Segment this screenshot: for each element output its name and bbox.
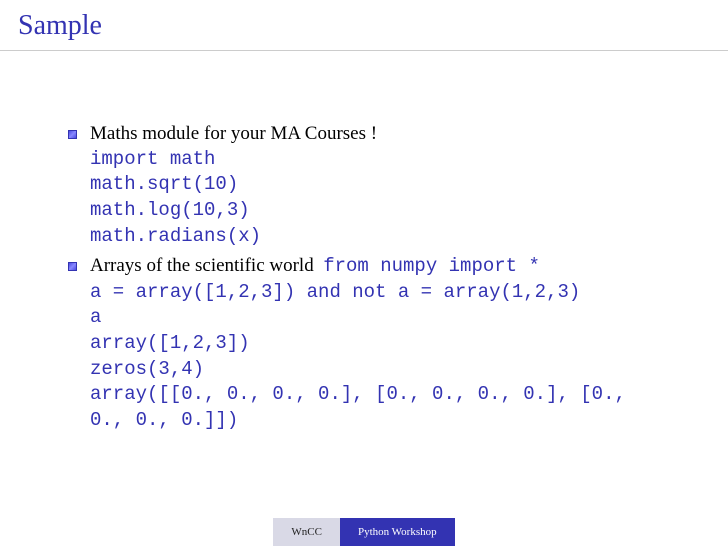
code-block: a = array([1,2,3]) and not a = array(1,2… bbox=[90, 280, 668, 434]
slide-content: Maths module for your MA Courses ! impor… bbox=[0, 51, 728, 518]
bullet-item: Maths module for your MA Courses ! impor… bbox=[90, 121, 668, 249]
footer: WnCC Python Workshop bbox=[0, 518, 728, 546]
footer-author: WnCC bbox=[273, 518, 340, 546]
footer-spacer bbox=[455, 518, 728, 546]
code-block: import math math.sqrt(10) math.log(10,3)… bbox=[90, 147, 668, 250]
bullet-item: Arrays of the scientific world from nump… bbox=[90, 253, 668, 433]
bullet-text: Maths module for your MA Courses ! bbox=[90, 123, 377, 144]
bullet-text: Arrays of the scientific world bbox=[90, 255, 314, 276]
footer-title: Python Workshop bbox=[340, 518, 455, 546]
inline-code: from numpy import * bbox=[323, 255, 540, 277]
footer-spacer bbox=[0, 518, 273, 546]
slide-title: Sample bbox=[18, 10, 710, 42]
title-bar: Sample bbox=[0, 0, 728, 51]
slide: Sample Maths module for your MA Courses … bbox=[0, 0, 728, 546]
